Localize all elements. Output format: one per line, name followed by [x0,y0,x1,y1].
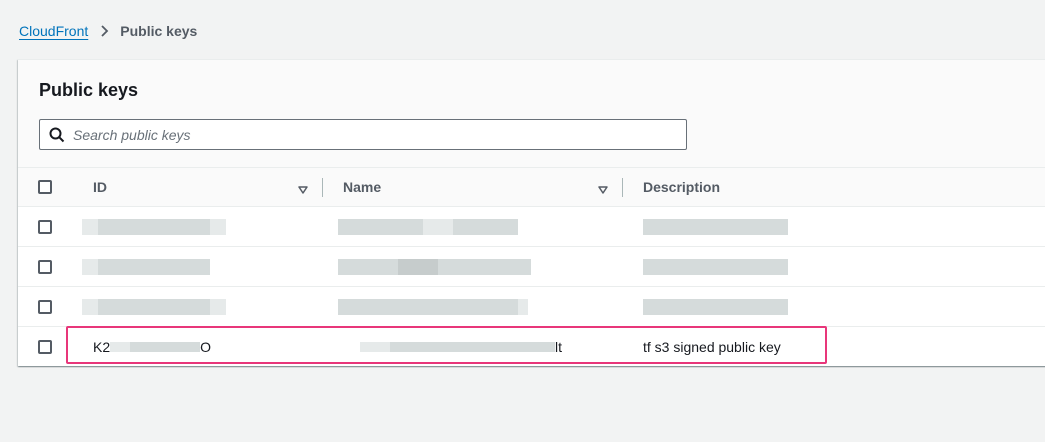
select-all-checkbox[interactable] [38,180,52,194]
redacted-id-part [130,341,201,352]
public-keys-table: ID Name Description K2 O lt tf s3 signed… [18,168,1045,366]
redacted-id [82,287,312,326]
sort-caret-icon[interactable] [598,182,608,194]
redacted-name-part [360,341,390,352]
column-header-name[interactable]: Name [343,168,623,206]
breadcrumb: CloudFront Public keys [19,22,197,40]
chevron-right-icon [94,24,114,38]
table-row[interactable] [18,247,1045,287]
id-suffix: O [200,338,212,355]
redacted-id-part [110,341,131,352]
panel-header: Public keys [18,60,1045,168]
row-checkbox[interactable] [38,299,52,314]
table-row[interactable]: K2 O lt tf s3 signed public key [18,327,1045,366]
breadcrumb-current: Public keys [120,23,198,39]
row-checkbox[interactable] [38,259,52,274]
search-input[interactable] [73,120,686,149]
table-row[interactable] [18,287,1045,327]
redacted-name [338,287,618,326]
breadcrumb-cloudfront-link[interactable]: CloudFront [19,23,88,39]
redacted-id [82,207,312,246]
search-box[interactable] [39,119,687,150]
redacted-description [643,207,843,246]
row-checkbox[interactable] [38,339,52,354]
column-resizer[interactable] [322,178,323,197]
table-row[interactable] [18,207,1045,247]
name-suffix: lt [555,338,562,355]
public-key-name[interactable]: lt [360,327,640,366]
public-key-id[interactable]: K2 O [93,327,323,366]
redacted-description [643,287,843,326]
redacted-name [338,207,618,246]
row-checkbox[interactable] [38,219,52,234]
column-header-description[interactable]: Description [643,168,843,206]
public-keys-panel: Public keys ID Name Description [18,59,1045,366]
column-resizer[interactable] [622,178,623,197]
redacted-name [338,247,618,286]
redacted-id [82,247,312,286]
redacted-description [643,247,843,286]
public-key-description: tf s3 signed public key [643,338,781,355]
sort-caret-icon[interactable] [298,182,308,194]
panel-title: Public keys [39,80,139,100]
id-prefix: K2 [93,338,111,355]
redacted-name-part [390,341,555,352]
search-icon [49,127,65,143]
column-header-id[interactable]: ID [93,168,323,206]
table-header: ID Name Description [18,168,1045,207]
